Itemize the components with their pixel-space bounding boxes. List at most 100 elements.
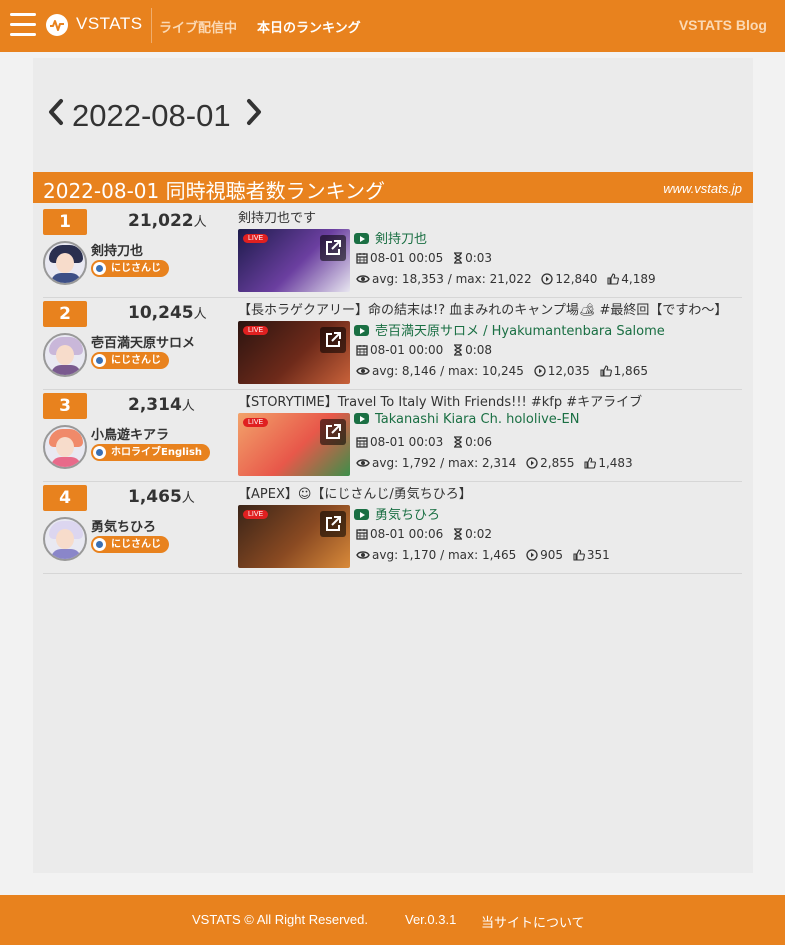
rank-number: 2 xyxy=(59,304,71,324)
streamer-name[interactable]: 小鳥遊キアラ xyxy=(91,424,169,443)
streamer-name[interactable]: 壱百満天原サロメ xyxy=(91,332,195,351)
stream-stats: avg: 8,146 / max: 10,245 12,035 1,865 xyxy=(356,364,648,378)
play-circle-icon xyxy=(526,549,538,561)
chevron-right-icon[interactable] xyxy=(239,98,269,134)
viewer-unit: 人 xyxy=(193,215,207,230)
rank-badge: 3 xyxy=(43,393,87,419)
site-url[interactable]: www.vstats.jp xyxy=(663,181,742,196)
youtube-icon xyxy=(354,413,369,424)
stream-duration: 0:06 xyxy=(465,435,493,449)
agency-badge[interactable]: ホロライブEnglish xyxy=(91,444,211,461)
external-link-icon[interactable] xyxy=(320,235,346,261)
avatar[interactable] xyxy=(43,517,87,561)
vstats-logo-icon[interactable] xyxy=(46,14,68,36)
footer-about-link[interactable]: 当サイトについて xyxy=(481,912,585,931)
agency-label: にじさんじ xyxy=(111,263,161,274)
ranking-row: 1 21,022人 剣持刀也 にじさんじ 剣持刀也です LIVE 剣持刀也 08… xyxy=(43,206,742,298)
agency-badge[interactable]: にじさんじ xyxy=(91,536,169,553)
agency-icon xyxy=(93,446,106,459)
top-navbar: VSTATS ライブ配信中 本日のランキング VSTATS Blog xyxy=(0,0,785,52)
agency-label: にじさんじ xyxy=(111,355,161,366)
footer-version: Ver.0.3.1 xyxy=(405,912,457,927)
nav-live-link[interactable]: ライブ配信中 xyxy=(159,17,237,36)
streamer-name[interactable]: 勇気ちひろ xyxy=(91,516,156,535)
video-title[interactable]: 【長ホラゲクアリー】命の結末は!? 血まみれのキャンプ場🏕 #最終回【ですわ〜】 xyxy=(238,299,738,318)
stream-duration: 0:08 xyxy=(465,343,493,357)
streamer-name[interactable]: 剣持刀也 xyxy=(91,240,143,259)
avatar[interactable] xyxy=(43,425,87,469)
eye-icon xyxy=(356,367,370,375)
viewer-stats: avg: 18,353 / max: 21,022 xyxy=(372,272,532,286)
agency-icon xyxy=(93,538,106,551)
channel-link[interactable]: Takanashi Kiara Ch. hololive-EN xyxy=(354,412,579,427)
ranking-row: 4 1,465人 勇気ちひろ にじさんじ 【APEX】☺【にじさんじ/勇気ちひろ… xyxy=(43,482,742,574)
ranking-title: 2022-08-01 同時視聴者数ランキング xyxy=(43,179,385,203)
video-title[interactable]: 剣持刀也です xyxy=(238,207,738,226)
calendar-icon xyxy=(356,345,368,356)
channel-link[interactable]: 勇気ちひろ xyxy=(354,504,440,523)
video-thumbnail[interactable]: LIVE xyxy=(238,505,350,568)
brand-name[interactable]: VSTATS xyxy=(76,14,143,34)
video-thumbnail[interactable]: LIVE xyxy=(238,413,350,476)
ranking-list: 1 21,022人 剣持刀也 にじさんじ 剣持刀也です LIVE 剣持刀也 08… xyxy=(43,206,742,574)
chevron-left-icon[interactable] xyxy=(41,98,71,134)
viewer-unit: 人 xyxy=(193,307,207,322)
start-time: 08-01 00:05 xyxy=(370,251,444,265)
footer-copyright: VSTATS © All Right Reserved. xyxy=(192,912,368,927)
play-circle-icon xyxy=(541,273,554,285)
video-title[interactable]: 【STORYTIME】Travel To Italy With Friends!… xyxy=(238,391,738,410)
rank-badge: 4 xyxy=(43,485,87,511)
stream-stats: avg: 1,170 / max: 1,465 905 351 xyxy=(356,548,610,562)
video-thumbnail[interactable]: LIVE xyxy=(238,229,350,292)
youtube-icon xyxy=(354,509,369,520)
play-circle-icon xyxy=(534,365,546,377)
like-count: 4,189 xyxy=(621,272,656,286)
rank-badge: 2 xyxy=(43,301,87,327)
channel-name[interactable]: 壱百満天原サロメ / Hyakumantenbara Salome xyxy=(375,324,665,339)
calendar-icon xyxy=(356,437,368,448)
ranking-row: 3 2,314人 小鳥遊キアラ ホロライブEnglish 【STORYTIME】… xyxy=(43,390,742,482)
channel-name[interactable]: Takanashi Kiara Ch. hololive-EN xyxy=(375,412,579,427)
youtube-icon xyxy=(354,325,369,336)
nav-ranking-link[interactable]: 本日のランキング xyxy=(257,17,361,36)
video-title[interactable]: 【APEX】☺【にじさんじ/勇気ちひろ】 xyxy=(238,483,738,502)
stream-duration: 0:02 xyxy=(465,527,493,541)
channel-name[interactable]: 剣持刀也 xyxy=(375,232,427,247)
live-badge: LIVE xyxy=(243,510,269,519)
stream-time-info: 08-01 00:05 0:03 xyxy=(356,251,492,265)
start-time: 08-01 00:03 xyxy=(370,435,444,449)
peak-viewers: 21,022人 xyxy=(128,211,207,231)
stream-stats: avg: 1,792 / max: 2,314 2,855 1,483 xyxy=(356,456,633,470)
stream-time-info: 08-01 00:06 0:02 xyxy=(356,527,492,541)
play-count: 12,840 xyxy=(555,272,598,286)
channel-link[interactable]: 壱百満天原サロメ / Hyakumantenbara Salome xyxy=(354,320,665,339)
avatar[interactable] xyxy=(43,241,87,285)
ranking-row: 2 10,245人 壱百満天原サロメ にじさんじ 【長ホラゲクアリー】命の結末は… xyxy=(43,298,742,390)
agency-badge[interactable]: にじさんじ xyxy=(91,260,169,277)
avatar[interactable] xyxy=(43,333,87,377)
calendar-icon xyxy=(356,253,368,264)
play-count: 905 xyxy=(540,548,564,562)
channel-name[interactable]: 勇気ちひろ xyxy=(375,508,440,523)
agency-badge[interactable]: にじさんじ xyxy=(91,352,169,369)
rank-badge: 1 xyxy=(43,209,87,235)
external-link-icon[interactable] xyxy=(320,419,346,445)
youtube-icon xyxy=(354,233,369,244)
rank-number: 3 xyxy=(59,396,71,416)
nav-blog-link[interactable]: VSTATS Blog xyxy=(679,17,767,33)
hourglass-icon xyxy=(454,528,463,540)
play-count: 12,035 xyxy=(547,364,590,378)
viewer-count: 1,465 xyxy=(128,487,182,507)
agency-icon xyxy=(93,354,106,367)
external-link-icon[interactable] xyxy=(320,327,346,353)
viewer-unit: 人 xyxy=(181,491,195,506)
agency-label: ホロライブEnglish xyxy=(111,447,203,458)
external-link-icon[interactable] xyxy=(320,511,346,537)
hamburger-menu-icon[interactable] xyxy=(10,13,36,37)
channel-link[interactable]: 剣持刀也 xyxy=(354,228,427,247)
peak-viewers: 2,314人 xyxy=(128,395,195,415)
viewer-count: 10,245 xyxy=(128,303,194,323)
video-thumbnail[interactable]: LIVE xyxy=(238,321,350,384)
live-badge: LIVE xyxy=(243,418,269,427)
calendar-icon xyxy=(356,529,368,540)
